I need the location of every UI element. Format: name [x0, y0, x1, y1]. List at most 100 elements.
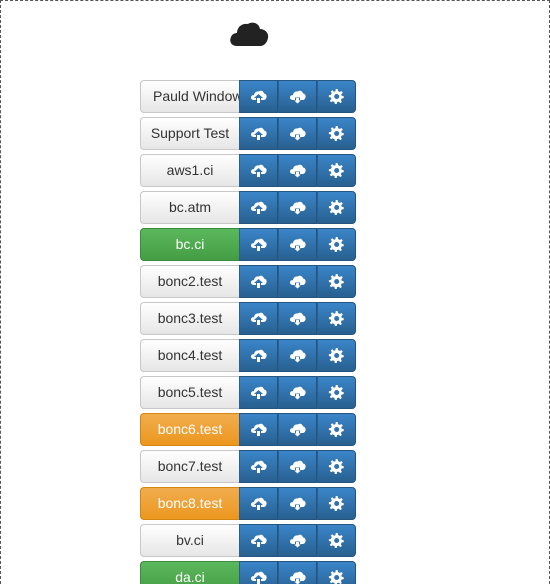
settings-button[interactable]: [317, 487, 356, 520]
download-button[interactable]: [278, 339, 317, 372]
cloud-upload-icon: [250, 422, 267, 437]
settings-button[interactable]: [317, 154, 356, 187]
cloud-download-icon: [289, 311, 306, 326]
server-name-button[interactable]: bonc5.test: [140, 376, 239, 409]
download-button[interactable]: [278, 376, 317, 409]
cloud-download-icon: [289, 163, 306, 178]
gear-icon: [328, 496, 345, 511]
server-name-button[interactable]: da.ci: [140, 561, 239, 584]
cloud-upload-icon: [250, 459, 267, 474]
server-row-support-test: Support Test: [140, 117, 357, 150]
cloud-upload-icon: [250, 126, 267, 141]
download-button[interactable]: [278, 302, 317, 335]
cloud-upload-icon: [250, 385, 267, 400]
upload-button[interactable]: [239, 413, 278, 446]
upload-button[interactable]: [239, 561, 278, 584]
cloud-upload-icon: [250, 533, 267, 548]
download-button[interactable]: [278, 265, 317, 298]
server-name-button[interactable]: bonc2.test: [140, 265, 239, 298]
server-name-button[interactable]: bonc6.test: [140, 413, 239, 446]
cloud-download-icon: [289, 274, 306, 289]
settings-button[interactable]: [317, 413, 356, 446]
download-button[interactable]: [278, 117, 317, 150]
download-button[interactable]: [278, 413, 317, 446]
settings-button[interactable]: [317, 80, 356, 113]
upload-button[interactable]: [239, 376, 278, 409]
download-button[interactable]: [278, 191, 317, 224]
settings-button[interactable]: [317, 376, 356, 409]
server-name-button[interactable]: bv.ci: [140, 524, 239, 557]
gear-icon: [328, 385, 345, 400]
page-frame: Pauld Windows Support Test aws1.ci bc.atm bc…: [0, 0, 550, 584]
settings-button[interactable]: [317, 450, 356, 483]
server-name-button[interactable]: bc.atm: [140, 191, 239, 224]
gear-icon: [328, 311, 345, 326]
settings-button[interactable]: [317, 117, 356, 150]
upload-button[interactable]: [239, 265, 278, 298]
download-button[interactable]: [278, 561, 317, 584]
server-name-button[interactable]: bonc7.test: [140, 450, 239, 483]
server-row-pauld-windows: Pauld Windows: [140, 80, 357, 113]
settings-button[interactable]: [317, 228, 356, 261]
upload-button[interactable]: [239, 228, 278, 261]
cloud-upload-icon: [250, 89, 267, 104]
cloud-upload-icon: [250, 496, 267, 511]
server-row-bc-atm: bc.atm: [140, 191, 357, 224]
settings-button[interactable]: [317, 339, 356, 372]
server-name-button[interactable]: bonc3.test: [140, 302, 239, 335]
upload-button[interactable]: [239, 487, 278, 520]
cloud-download-icon: [289, 385, 306, 400]
gear-icon: [328, 200, 345, 215]
server-name-button[interactable]: bc.ci: [140, 228, 239, 261]
settings-button[interactable]: [317, 191, 356, 224]
download-button[interactable]: [278, 487, 317, 520]
cloud-download-icon: [289, 422, 306, 437]
gear-icon: [328, 274, 345, 289]
server-name-button[interactable]: bonc8.test: [140, 487, 239, 520]
upload-button[interactable]: [239, 154, 278, 187]
server-name-button[interactable]: Pauld Windows: [140, 80, 239, 113]
server-row-bonc7-test: bonc7.test: [140, 450, 357, 483]
settings-button[interactable]: [317, 524, 356, 557]
gear-icon: [328, 422, 345, 437]
gear-icon: [328, 533, 345, 548]
download-button[interactable]: [278, 80, 317, 113]
cloud-upload-icon: [250, 237, 267, 252]
gear-icon: [328, 459, 345, 474]
cloud-download-icon: [289, 126, 306, 141]
cloud-download-icon: [289, 200, 306, 215]
cloud-upload-icon: [250, 570, 267, 584]
settings-button[interactable]: [317, 265, 356, 298]
server-row-bv-ci: bv.ci: [140, 524, 357, 557]
server-row-da-ci: da.ci: [140, 561, 357, 584]
cloud-download-icon: [289, 496, 306, 511]
upload-button[interactable]: [239, 339, 278, 372]
server-row-bonc6-test: bonc6.test: [140, 413, 357, 446]
cloud-upload-icon: [250, 311, 267, 326]
server-name-button[interactable]: aws1.ci: [140, 154, 239, 187]
upload-button[interactable]: [239, 524, 278, 557]
upload-button[interactable]: [239, 80, 278, 113]
download-button[interactable]: [278, 450, 317, 483]
server-row-bonc5-test: bonc5.test: [140, 376, 357, 409]
server-name-button[interactable]: bonc4.test: [140, 339, 239, 372]
settings-button[interactable]: [317, 561, 356, 584]
server-name-button[interactable]: Support Test: [140, 117, 239, 150]
upload-button[interactable]: [239, 117, 278, 150]
gear-icon: [328, 237, 345, 252]
download-button[interactable]: [278, 154, 317, 187]
cloud-upload-icon: [250, 200, 267, 215]
cloud-download-icon: [289, 348, 306, 363]
server-row-bonc8-test: bonc8.test: [140, 487, 357, 520]
cloud-icon: [230, 22, 269, 46]
cloud-upload-icon: [250, 274, 267, 289]
settings-button[interactable]: [317, 302, 356, 335]
upload-button[interactable]: [239, 302, 278, 335]
upload-button[interactable]: [239, 191, 278, 224]
download-button[interactable]: [278, 524, 317, 557]
gear-icon: [328, 89, 345, 104]
cloud-upload-icon: [250, 348, 267, 363]
upload-button[interactable]: [239, 450, 278, 483]
cloud-download-icon: [289, 570, 306, 584]
download-button[interactable]: [278, 228, 317, 261]
